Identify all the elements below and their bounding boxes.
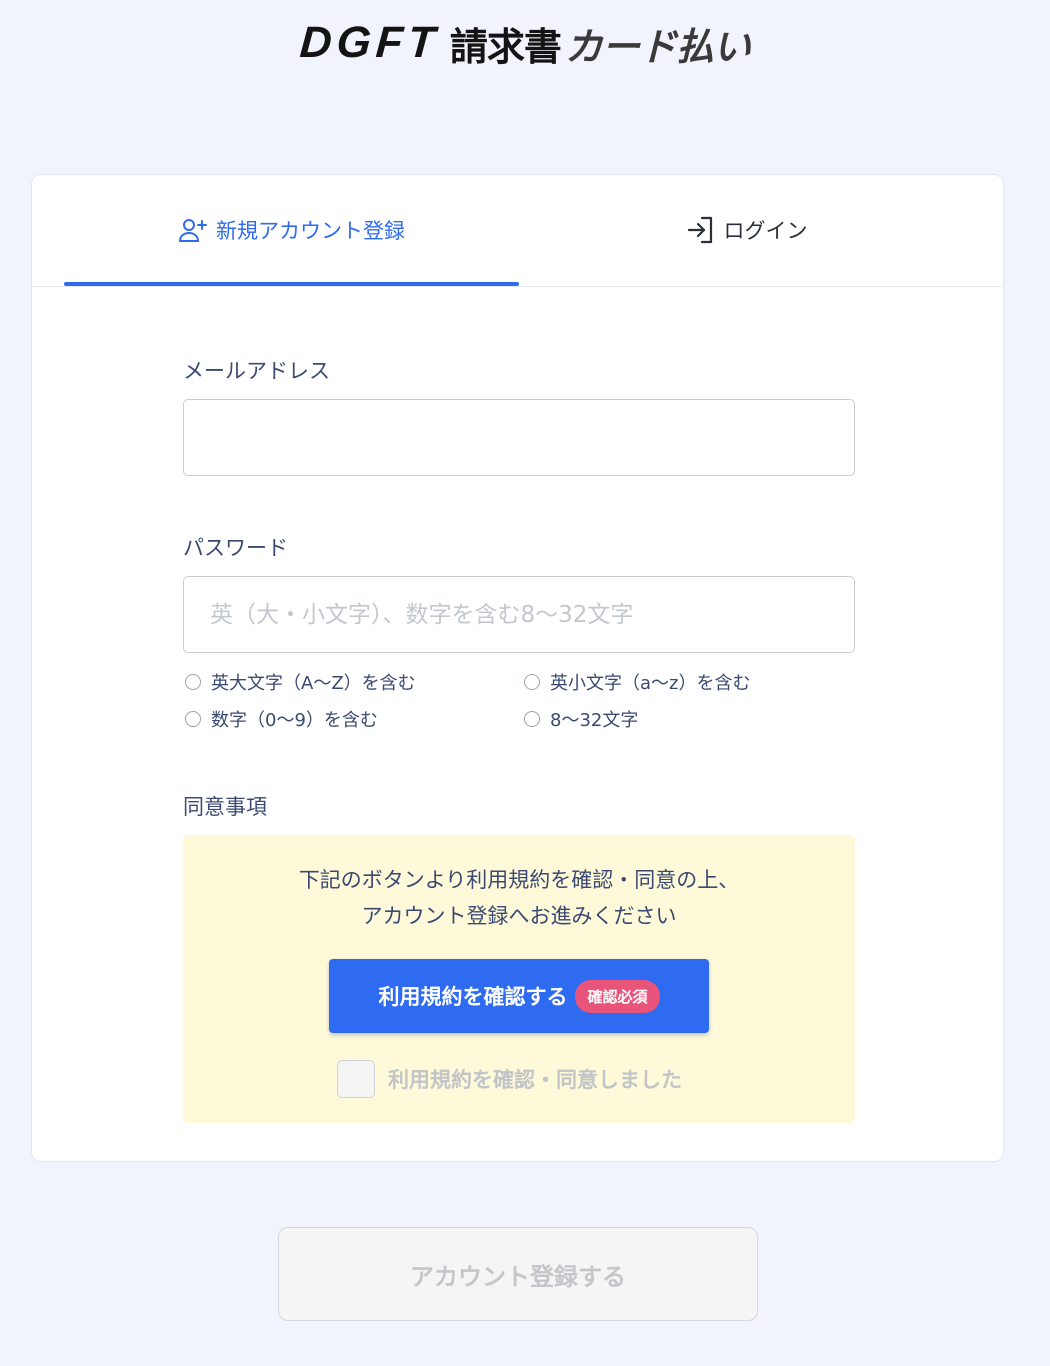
requirement-uppercase-label: 英大文字（A〜Z）を含む [211,673,416,694]
tab-register-label: 新規アカウント登録 [216,219,405,243]
password-label: パスワード [183,536,288,560]
required-badge: 確認必須 [575,979,660,1013]
email-label: メールアドレス [183,359,330,383]
agreement-text-line2: アカウント登録へお進みください [361,904,677,928]
requirement-length: 8〜32文字 [524,706,638,732]
requirement-lowercase: 英小文字（a〜z）を含む [524,669,750,695]
view-terms-button-label: 利用規約を確認する [378,985,568,1009]
requirement-status-icon [524,711,540,727]
requirement-lowercase-label: 英小文字（a〜z）を含む [550,673,751,694]
password-field[interactable] [183,576,855,653]
requirement-length-label: 8〜32文字 [550,710,639,731]
requirement-status-icon [185,674,201,690]
signup-card: 新規アカウント登録 ログイン メールアドレス パスワード 英大文字（A〜Z）を含… [31,174,1004,1162]
terms-agree-checkbox[interactable] [337,1060,375,1098]
tab-login[interactable]: ログイン [519,175,974,285]
auth-tabs: 新規アカウント登録 ログイン [32,175,1003,287]
logo-invoice-text: 請求書 [449,24,562,69]
logo-latin: DGFT [298,18,442,67]
email-field[interactable] [183,399,855,476]
tab-register[interactable]: 新規アカウント登録 [64,175,519,285]
agreement-label: 同意事項 [183,795,267,819]
brand-logo: DGFT 請求書 カード払い [0,14,1050,72]
requirement-digit: 数字（0〜9）を含む [185,706,378,732]
active-tab-indicator [64,282,519,286]
logo-card-pay-text: カード払い [564,24,751,69]
person-add-icon [178,217,208,243]
view-terms-button[interactable]: 利用規約を確認する 確認必須 [329,959,709,1033]
agreement-text-line1: 下記のボタンより利用規約を確認・同意の上、 [298,868,740,892]
terms-agree-row: 利用規約を確認・同意しました [337,1060,682,1098]
requirement-uppercase: 英大文字（A〜Z）を含む [185,669,416,695]
tab-login-label: ログイン [723,219,808,243]
agreement-box: 下記のボタンより利用規約を確認・同意の上、 アカウント登録へお進みください 利用… [183,835,855,1123]
requirement-digit-label: 数字（0〜9）を含む [211,710,378,731]
requirement-status-icon [185,711,201,727]
requirement-status-icon [524,674,540,690]
terms-agree-label: 利用規約を確認・同意しました [388,1068,682,1092]
login-icon [686,216,716,244]
register-account-button[interactable]: アカウント登録する [278,1227,758,1321]
